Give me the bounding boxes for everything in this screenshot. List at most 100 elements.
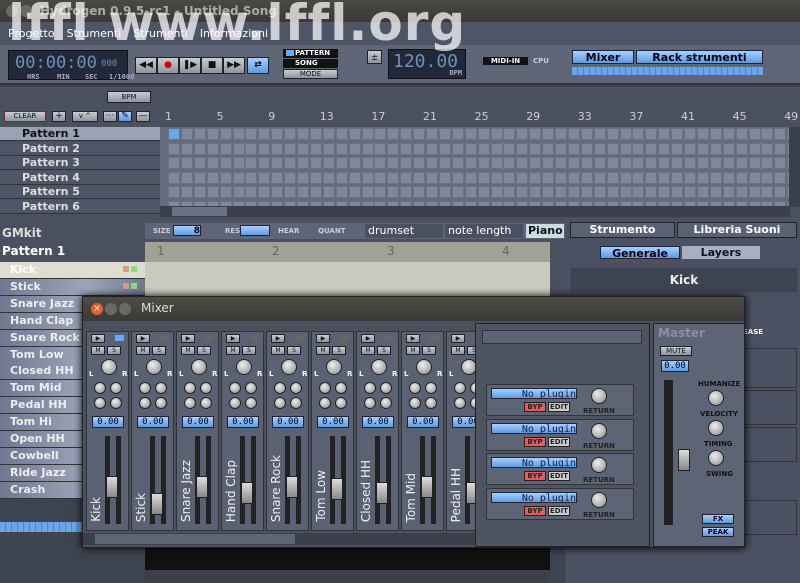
pattern-row-label[interactable]: Pattern 3 bbox=[0, 156, 160, 170]
song-cell[interactable] bbox=[555, 128, 567, 140]
song-mode-toggle[interactable]: SONG bbox=[283, 59, 338, 68]
fx-send-knob[interactable] bbox=[290, 397, 302, 409]
song-cell[interactable] bbox=[477, 186, 490, 198]
song-cell[interactable] bbox=[722, 171, 735, 184]
play-sample-button[interactable]: ▶ bbox=[361, 334, 375, 343]
song-cell[interactable] bbox=[438, 171, 451, 184]
song-cell[interactable] bbox=[606, 157, 619, 169]
song-cell[interactable] bbox=[658, 157, 671, 169]
song-cell[interactable] bbox=[490, 186, 503, 198]
pattern-grid[interactable] bbox=[145, 262, 550, 300]
drumset-select[interactable]: drumset bbox=[365, 224, 443, 238]
song-cell[interactable] bbox=[206, 157, 219, 169]
fx-send-knob[interactable] bbox=[319, 382, 331, 394]
instrument-row[interactable]: Kick bbox=[0, 262, 145, 279]
song-cell[interactable] bbox=[271, 128, 284, 140]
song-cell[interactable] bbox=[722, 186, 735, 198]
song-cell[interactable] bbox=[348, 128, 361, 140]
fx-plugin-name[interactable]: No plugin bbox=[491, 422, 577, 435]
song-cell[interactable] bbox=[684, 171, 696, 184]
song-cell[interactable] bbox=[284, 128, 297, 140]
song-cell[interactable] bbox=[684, 157, 696, 169]
song-cell[interactable] bbox=[297, 142, 309, 155]
song-cell[interactable] bbox=[645, 128, 658, 140]
song-cell[interactable] bbox=[606, 186, 619, 198]
song-cell[interactable] bbox=[645, 171, 658, 184]
song-cell[interactable] bbox=[774, 186, 787, 198]
song-cell[interactable] bbox=[361, 142, 374, 155]
pan-knob[interactable] bbox=[146, 359, 162, 375]
play-sample-button[interactable]: ▶ bbox=[451, 334, 465, 343]
song-cell[interactable] bbox=[503, 186, 516, 198]
song-cell[interactable] bbox=[593, 157, 606, 169]
song-cell[interactable] bbox=[671, 142, 684, 155]
song-cell[interactable] bbox=[684, 128, 696, 140]
song-cell[interactable] bbox=[684, 186, 696, 198]
song-cell[interactable] bbox=[632, 128, 645, 140]
fx-bypass-button[interactable]: BYP bbox=[524, 471, 546, 481]
fx-send-knob[interactable] bbox=[184, 382, 196, 394]
song-cell[interactable] bbox=[671, 128, 684, 140]
solo-button[interactable]: S bbox=[242, 346, 256, 355]
song-cell[interactable] bbox=[219, 142, 232, 155]
song-cell[interactable] bbox=[684, 142, 696, 155]
song-cell[interactable] bbox=[245, 157, 258, 169]
move-pattern-buttons[interactable]: v ^ bbox=[72, 111, 98, 122]
song-cell[interactable] bbox=[593, 186, 606, 198]
song-cell[interactable] bbox=[438, 186, 451, 198]
song-cell[interactable] bbox=[490, 157, 503, 169]
clear-button[interactable]: CLEAR bbox=[4, 111, 46, 122]
song-cell[interactable] bbox=[645, 157, 658, 169]
peak-toggle[interactable]: PEAK bbox=[702, 527, 734, 537]
song-cell[interactable] bbox=[477, 171, 490, 184]
humanize-timing-knob[interactable] bbox=[708, 420, 724, 436]
swing-knob[interactable] bbox=[708, 450, 724, 466]
song-cell[interactable] bbox=[426, 128, 438, 140]
song-cell[interactable] bbox=[709, 157, 722, 169]
fx-send-knob[interactable] bbox=[380, 397, 392, 409]
song-cell[interactable] bbox=[735, 157, 748, 169]
song-cell[interactable] bbox=[322, 142, 335, 155]
song-cell[interactable] bbox=[709, 142, 722, 155]
song-cell[interactable] bbox=[658, 186, 671, 198]
song-cell[interactable] bbox=[438, 128, 451, 140]
mode-button[interactable]: MODE bbox=[283, 69, 338, 79]
song-cell[interactable] bbox=[542, 128, 555, 140]
song-cell[interactable] bbox=[361, 157, 374, 169]
song-cell[interactable] bbox=[451, 171, 464, 184]
song-cell[interactable] bbox=[580, 186, 593, 198]
fx-send-knob[interactable] bbox=[454, 397, 466, 409]
fx-plugin-name[interactable]: No plugin bbox=[491, 457, 577, 469]
pattern-row-label[interactable]: Pattern 5 bbox=[0, 185, 160, 199]
song-cell[interactable] bbox=[400, 186, 413, 198]
fx-send-knob[interactable] bbox=[335, 397, 347, 409]
play-sample-button[interactable]: ▶ bbox=[181, 334, 195, 343]
song-cell[interactable] bbox=[567, 171, 580, 184]
fx-send-knob[interactable] bbox=[425, 397, 437, 409]
song-cell[interactable] bbox=[567, 128, 580, 140]
song-cell[interactable] bbox=[477, 128, 490, 140]
song-cell[interactable] bbox=[309, 171, 322, 184]
song-cell[interactable] bbox=[619, 142, 632, 155]
song-cell[interactable] bbox=[451, 157, 464, 169]
song-cell[interactable] bbox=[271, 171, 284, 184]
song-cell[interactable] bbox=[193, 186, 206, 198]
song-cell[interactable] bbox=[735, 128, 748, 140]
fx-send-knob[interactable] bbox=[155, 382, 167, 394]
song-cell[interactable] bbox=[193, 171, 206, 184]
play-sample-button[interactable]: ▶ bbox=[271, 334, 285, 343]
song-cell[interactable] bbox=[774, 157, 787, 169]
menu-informazioni[interactable]: Informazioni bbox=[200, 27, 268, 40]
song-cell[interactable] bbox=[503, 128, 516, 140]
song-cell[interactable] bbox=[297, 157, 309, 169]
fx-send-knob[interactable] bbox=[335, 382, 347, 394]
add-pattern-button[interactable]: + bbox=[52, 111, 66, 122]
song-cell[interactable] bbox=[671, 186, 684, 198]
resolution-field[interactable] bbox=[240, 225, 270, 236]
song-cell[interactable] bbox=[490, 128, 503, 140]
volume-fader[interactable] bbox=[106, 476, 118, 498]
song-cell[interactable] bbox=[309, 186, 322, 198]
song-cell[interactable] bbox=[426, 186, 438, 198]
song-ruler[interactable]: 1 5 9 13 17 21 25 29 33 37 41 45 49 bbox=[160, 109, 798, 125]
song-cell[interactable] bbox=[529, 157, 542, 169]
